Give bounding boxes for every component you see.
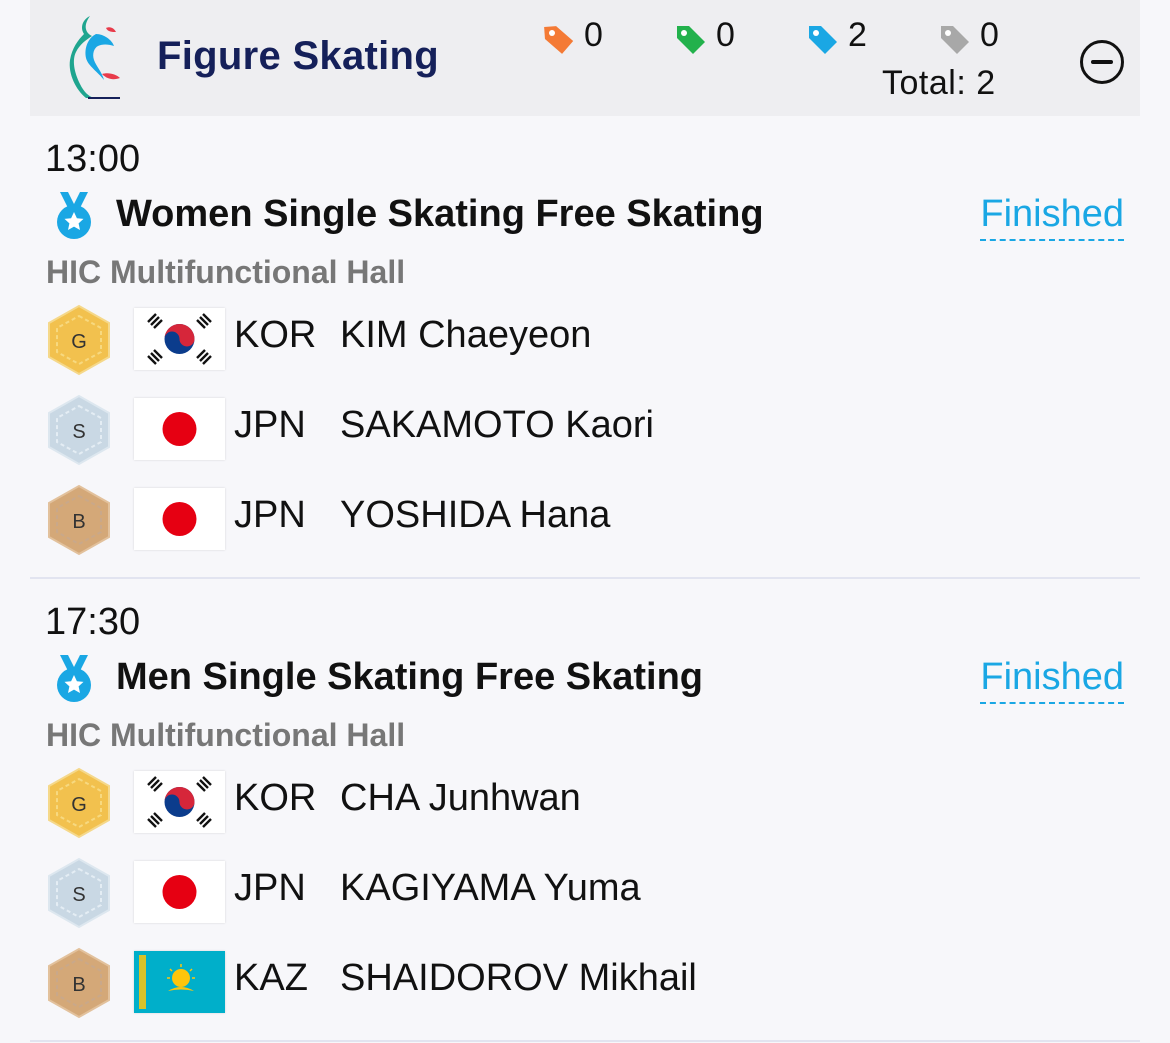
collapse-icon[interactable] xyxy=(1080,40,1124,84)
noc-code: KAZ xyxy=(234,957,308,999)
athlete-name: KIM Chaeyeon xyxy=(340,314,592,356)
gold-medal-icon: G xyxy=(48,304,110,376)
bronze-medal-icon: B xyxy=(48,484,110,556)
svg-text:B: B xyxy=(72,974,85,996)
orange-tag-icon xyxy=(544,26,574,54)
event-status-link[interactable]: Finished xyxy=(980,193,1124,241)
flag-kaz-icon xyxy=(134,951,225,1013)
result-row[interactable]: G KOR CHA Junhwan xyxy=(30,763,1140,839)
flag-jpn-icon xyxy=(134,861,225,923)
result-row[interactable]: S JPN KAGIYAMA Yuma xyxy=(30,853,1140,929)
sport-title: Figure Skating xyxy=(157,34,440,78)
flag-kor-icon xyxy=(134,771,225,833)
event-time: 13:00 xyxy=(45,138,141,180)
event-venue: HIC Multifunctional Hall xyxy=(46,717,406,753)
silver-medal-icon: S xyxy=(48,857,110,929)
result-row[interactable]: G KOR KIM Chaeyeon xyxy=(30,300,1140,376)
noc-code: JPN xyxy=(234,867,306,909)
flag-kor-icon xyxy=(134,308,225,370)
flag-jpn-icon xyxy=(134,398,225,460)
athlete-name: SHAIDOROV Mikhail xyxy=(340,957,697,999)
event-name[interactable]: Men Single Skating Free Skating xyxy=(116,656,703,699)
blue-tag-count: 2 xyxy=(848,16,867,54)
result-row[interactable]: B KAZ SHAIDOROV Mikhail xyxy=(30,943,1140,1019)
divider xyxy=(30,1040,1140,1042)
athlete-name: CHA Junhwan xyxy=(340,777,581,819)
medal-event-icon xyxy=(57,655,91,702)
total-counter: Total: 2 xyxy=(882,64,996,103)
athlete-name: YOSHIDA Hana xyxy=(340,494,611,536)
total-value: 2 xyxy=(976,64,996,102)
green-tag-icon xyxy=(677,26,705,54)
gray-tag-icon xyxy=(941,26,969,54)
noc-code: JPN xyxy=(234,404,306,446)
silver-medal-icon: S xyxy=(48,394,110,466)
event-name[interactable]: Women Single Skating Free Skating xyxy=(116,193,764,236)
event-card: 17:30 Men Single Skating Free Skating Fi… xyxy=(30,601,1140,1041)
green-tag-count: 0 xyxy=(716,16,735,54)
divider xyxy=(30,577,1140,579)
gray-tag-count: 0 xyxy=(980,16,999,54)
athlete-name: KAGIYAMA Yuma xyxy=(340,867,641,909)
orange-tag-count: 0 xyxy=(584,16,603,54)
bronze-medal-icon: B xyxy=(48,947,110,1019)
svg-text:G: G xyxy=(71,794,87,816)
gold-medal-icon: G xyxy=(48,767,110,839)
event-card: 13:00 Women Single Skating Free Skating … xyxy=(30,138,1140,578)
medal-event-icon xyxy=(57,192,91,239)
total-label: Total: xyxy=(882,64,967,102)
svg-text:G: G xyxy=(71,331,87,353)
event-time: 17:30 xyxy=(45,601,141,643)
result-row[interactable]: B JPN YOSHIDA Hana xyxy=(30,480,1140,556)
blue-tag-icon xyxy=(809,26,837,54)
event-status-link[interactable]: Finished xyxy=(980,656,1124,704)
flag-jpn-icon xyxy=(134,488,225,550)
svg-text:S: S xyxy=(72,421,85,443)
svg-text:S: S xyxy=(72,884,85,906)
event-venue: HIC Multifunctional Hall xyxy=(46,254,406,290)
sport-header: Figure Skating 0 0 2 0 Total: 2 xyxy=(30,0,1140,116)
figure-skating-logo-icon xyxy=(69,16,120,99)
noc-code: KOR xyxy=(234,314,317,356)
noc-code: JPN xyxy=(234,494,306,536)
noc-code: KOR xyxy=(234,777,317,819)
athlete-name: SAKAMOTO Kaori xyxy=(340,404,654,446)
svg-text:B: B xyxy=(72,511,85,533)
result-row[interactable]: S JPN SAKAMOTO Kaori xyxy=(30,390,1140,466)
